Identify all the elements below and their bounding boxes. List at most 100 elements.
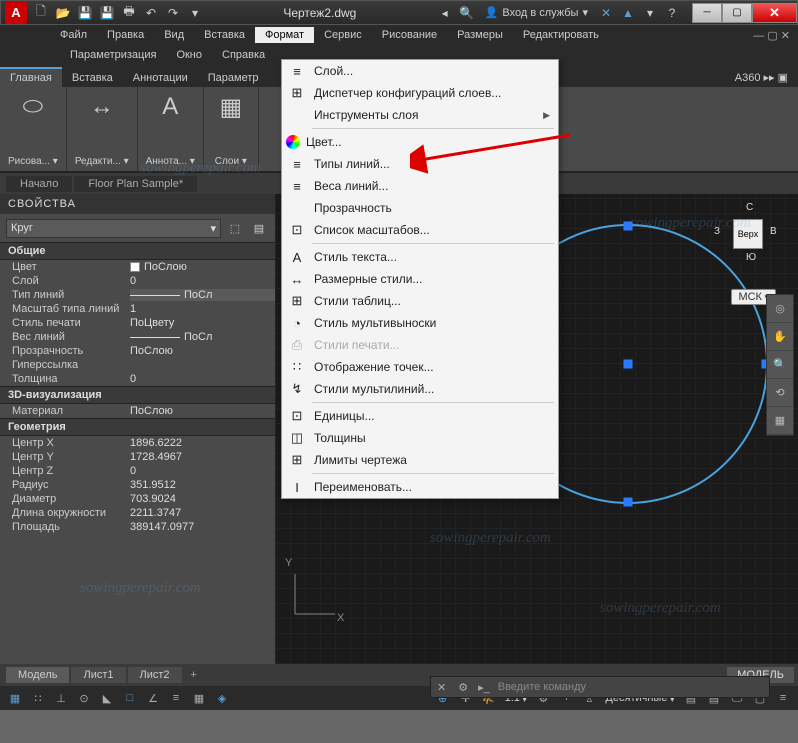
prop-row[interactable]: Вес линий ПоСл xyxy=(0,330,275,344)
menu-item[interactable]: ↔ Размерные стили... xyxy=(282,268,558,290)
menu-Вид[interactable]: Вид xyxy=(154,27,194,43)
menu-Сервис[interactable]: Сервис xyxy=(314,27,372,43)
open-icon[interactable]: 📂 xyxy=(53,3,73,23)
prop-value[interactable]: ПоСлою xyxy=(130,345,275,357)
menu-item[interactable]: ∷ Отображение точек... xyxy=(282,356,558,378)
viewcube-n[interactable]: С xyxy=(746,202,753,213)
menu-Справка[interactable]: Справка xyxy=(212,47,275,63)
menu-item[interactable]: ≡ Слой... xyxy=(282,60,558,82)
lineweight-icon[interactable]: ≡ xyxy=(165,688,187,708)
menu-Окно[interactable]: Окно xyxy=(166,47,212,63)
plot-icon[interactable]: 🖶 xyxy=(119,3,139,23)
object-type-combo[interactable]: Круг ▾ xyxy=(6,219,221,238)
prop-row[interactable]: Тип линий ПоСл xyxy=(0,288,275,302)
otrack-toggle-icon[interactable]: ∠ xyxy=(142,688,164,708)
doc-tab-0[interactable]: Начало xyxy=(6,176,72,192)
prop-value[interactable]: ПоСлою xyxy=(130,405,275,417)
menu-item[interactable]: ◫ Толщины xyxy=(282,427,558,449)
new-icon[interactable]: 🗋 xyxy=(31,3,51,23)
menu-Файл[interactable]: Файл xyxy=(50,27,97,43)
center-grip[interactable] xyxy=(624,360,633,369)
prop-value[interactable]: 389147.0977 xyxy=(130,521,275,533)
prop-value[interactable]: ПоСл xyxy=(130,289,275,301)
ribbon-tab-3[interactable]: Параметр xyxy=(198,68,269,87)
grid-toggle-icon[interactable]: ▦ xyxy=(4,688,26,708)
undo-icon[interactable]: ↶ xyxy=(141,3,161,23)
iso-toggle-icon[interactable]: ◣ xyxy=(96,688,118,708)
prop-value[interactable]: 0 xyxy=(130,275,275,287)
app-icon-small[interactable]: ▲ xyxy=(618,3,638,23)
command-line[interactable]: ✕ ⚙ ▸_ Введите команду xyxy=(430,676,770,698)
prop-row[interactable]: Диаметр 703.9024 xyxy=(0,492,275,506)
transparency-icon[interactable]: ▦ xyxy=(188,688,210,708)
search-drop-icon[interactable]: ◂ xyxy=(435,3,455,23)
prop-value[interactable]: ПоСлою xyxy=(130,261,275,273)
layout-tab-1[interactable]: Лист1 xyxy=(71,667,125,683)
ribbon-panel-2[interactable]: A Аннота... ▾ xyxy=(138,87,204,171)
cmd-input[interactable]: Введите команду xyxy=(494,681,769,693)
ribbon-tab-2[interactable]: Аннотации xyxy=(123,68,198,87)
menu-item[interactable]: Инструменты слоя ▶ xyxy=(282,104,558,126)
quad-grip-n[interactable] xyxy=(624,222,633,231)
ribbon-tab-a360[interactable]: A360 ▸▸ ▣ xyxy=(725,67,798,87)
select-objects-icon[interactable]: ▤ xyxy=(249,218,269,238)
menu-item[interactable]: I Переименовать... xyxy=(282,476,558,498)
prop-row[interactable]: Радиус 351.9512 xyxy=(0,478,275,492)
help-drop-icon[interactable]: ▾ xyxy=(640,3,660,23)
cmd-options-icon[interactable]: ⚙ xyxy=(452,681,474,694)
close-button[interactable]: ✕ xyxy=(752,3,797,23)
viewcube-w[interactable]: З xyxy=(714,226,720,237)
prop-value[interactable] xyxy=(130,359,275,371)
prop-value[interactable]: 0 xyxy=(130,373,275,385)
prop-value[interactable]: 1728.4967 xyxy=(130,451,275,463)
prop-row[interactable]: Стиль печати ПоЦвету xyxy=(0,316,275,330)
layout-tab-2[interactable]: Лист2 xyxy=(128,667,182,683)
prop-row[interactable]: Масштаб типа линий 1 xyxy=(0,302,275,316)
prop-row[interactable]: Слой 0 xyxy=(0,274,275,288)
menu-Рисование[interactable]: Рисование xyxy=(372,27,447,43)
quick-select-icon[interactable]: ⬚ xyxy=(225,218,245,238)
prop-value[interactable]: 703.9024 xyxy=(130,493,275,505)
cmd-close-icon[interactable]: ✕ xyxy=(431,681,452,694)
prop-row[interactable]: Толщина 0 xyxy=(0,372,275,386)
save-icon[interactable]: 💾 xyxy=(75,3,95,23)
prop-value[interactable]: 1 xyxy=(130,303,275,315)
menu-Параметризация[interactable]: Параметризация xyxy=(60,47,166,63)
saveas-icon[interactable]: 💾 xyxy=(97,3,117,23)
prop-row[interactable]: Цвет ПоСлою xyxy=(0,260,275,274)
ribbon-panel-0[interactable]: ⬭ Рисова... ▾ xyxy=(0,87,67,171)
menu-item[interactable]: Прозрачность xyxy=(282,197,558,219)
doc-tab-1[interactable]: Floor Plan Sample* xyxy=(74,176,197,192)
exchange-icon[interactable]: ✕ xyxy=(596,3,616,23)
zoom-icon[interactable]: 🔍 xyxy=(767,351,793,379)
prop-row[interactable]: Площадь 389147.0977 xyxy=(0,520,275,534)
add-layout-button[interactable]: + xyxy=(184,669,204,681)
ortho-toggle-icon[interactable]: ⊥ xyxy=(50,688,72,708)
prop-group[interactable]: Общие xyxy=(0,242,275,260)
menu-Правка[interactable]: Правка xyxy=(97,27,154,43)
osnap-toggle-icon[interactable]: □ xyxy=(119,688,141,708)
view-cube[interactable]: Верх С Ю З В xyxy=(718,204,778,264)
menu-item[interactable]: ⊞ Лимиты чертежа xyxy=(282,449,558,471)
help-icon[interactable]: ? xyxy=(662,3,682,23)
prop-value[interactable]: ПоСл xyxy=(130,331,275,343)
prop-row[interactable]: Центр Y 1728.4967 xyxy=(0,450,275,464)
polar-toggle-icon[interactable]: ⊙ xyxy=(73,688,95,708)
prop-value[interactable]: 1896.6222 xyxy=(130,437,275,449)
sign-in-button[interactable]: 👤 Вход в службы ▾ xyxy=(479,6,594,19)
minimize-button[interactable]: ─ xyxy=(692,3,722,23)
orbit-icon[interactable]: ⟲ xyxy=(767,379,793,407)
prop-row[interactable]: Гиперссылка xyxy=(0,358,275,372)
menu-item[interactable]: ≡ Веса линий... xyxy=(282,175,558,197)
prop-row[interactable]: Центр X 1896.6222 xyxy=(0,436,275,450)
custom-icon[interactable]: ≡ xyxy=(772,688,794,708)
prop-row[interactable]: Длина окружности 2211.3747 xyxy=(0,506,275,520)
viewcube-s[interactable]: Ю xyxy=(746,252,756,263)
viewcube-e[interactable]: В xyxy=(770,226,777,237)
wheel-icon[interactable]: ◎ xyxy=(767,295,793,323)
cycling-icon[interactable]: ◈ xyxy=(211,688,233,708)
menu-Размеры[interactable]: Размеры xyxy=(447,27,513,43)
menu-Редактировать[interactable]: Редактировать xyxy=(513,27,609,43)
redo-icon[interactable]: ↷ xyxy=(163,3,183,23)
menu-item[interactable]: A Стиль текста... xyxy=(282,246,558,268)
